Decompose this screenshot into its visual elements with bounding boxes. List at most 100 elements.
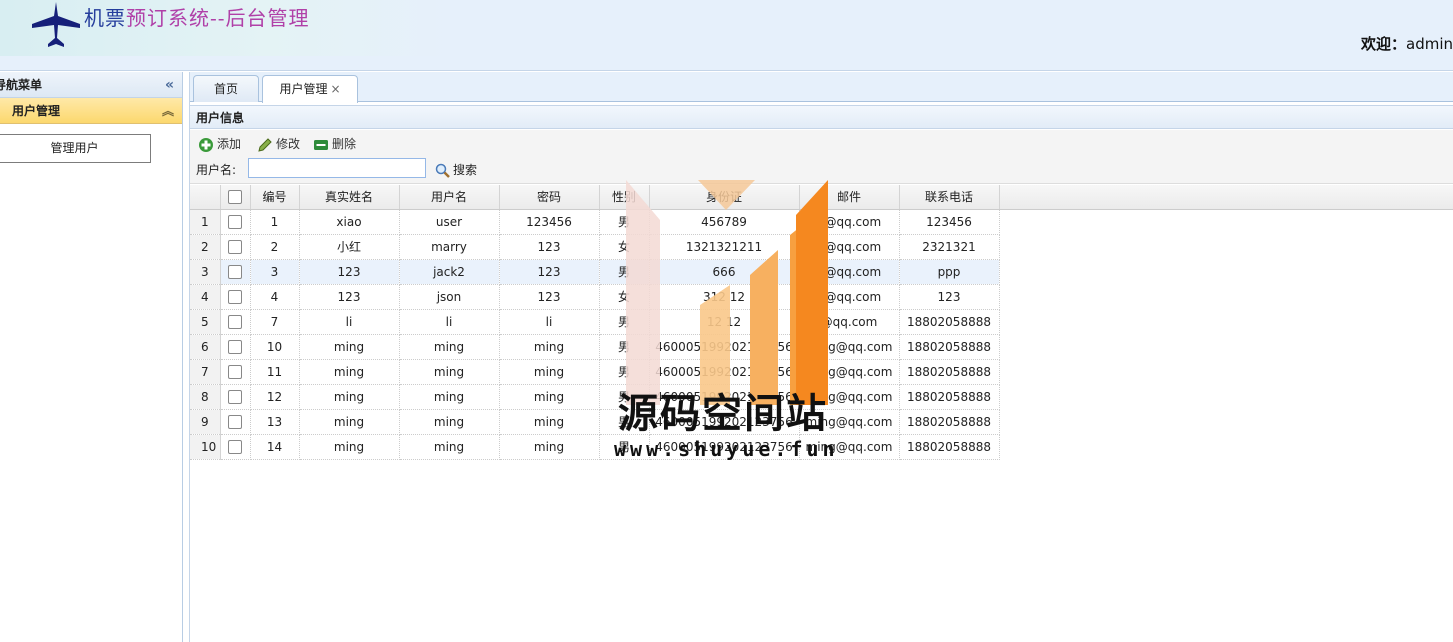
cell-sex: 男 [599,259,650,285]
username-search-input[interactable] [248,158,426,178]
table-row[interactable]: 4 4 123 json 123 女 312 12 3@qq.com 123 [190,284,1000,310]
sidebar-group-user-management[interactable]: 用户管理 ︽ [0,98,182,124]
search-button-label: 搜索 [453,163,478,177]
table-row[interactable]: 6 10 ming ming ming 男 460005199202123756 ming@q… [190,334,1000,360]
row-select-cell [220,259,251,285]
row-checkbox[interactable] [228,214,242,229]
column-header[interactable]: 真实姓名 [299,185,400,210]
table-row[interactable]: 9 13 ming ming ming 男 460005199202123756 ming@q… [190,409,1000,435]
row-checkbox[interactable] [228,339,242,354]
row-checkbox[interactable] [228,314,242,329]
column-header[interactable]: 身份证 [649,185,800,210]
tab-home[interactable]: 首页 [193,75,259,102]
row-checkbox[interactable] [228,289,242,304]
delete-button[interactable]: 删除 [313,135,356,153]
cell-phone: 123456 [899,209,1000,235]
row-number: 2 [190,234,221,260]
watermark-url: www.shuyue.fun [614,437,839,461]
cell-card: 312 12 [649,284,800,310]
row-checkbox[interactable] [228,389,242,404]
table-row[interactable]: 5 7 li li li 男 12 12 @qq.com 18802058888 [190,309,1000,335]
sidebar-group-label: 用户管理 [12,104,61,118]
cell-id: 2 [250,234,300,260]
row-number: 1 [190,209,221,235]
row-checkbox[interactable] [228,264,242,279]
cell-name: xiao [299,209,400,235]
row-select-cell [220,384,251,410]
sidebar-item-manage-users[interactable]: 管理用户 [0,134,151,163]
cell-user: ming [399,334,500,360]
app-header: 机票预订系统--后台管理 欢迎：admin [0,0,1453,71]
cell-card: 666 [649,259,800,285]
row-select-cell [220,359,251,385]
cell-phone: 18802058888 [899,359,1000,385]
column-header[interactable]: 邮件 [799,185,900,210]
table-row[interactable]: 10 14 ming ming ming 男 460005199202123756 ming@… [190,434,1000,460]
cell-phone: ppp [899,259,1000,285]
row-checkbox[interactable] [228,414,242,429]
cell-pwd: li [499,309,600,335]
tab-home-label: 首页 [213,82,238,96]
column-header[interactable]: 编号 [250,185,300,210]
chevron-up-icon[interactable]: ︽ [162,98,174,124]
pencil-icon [258,137,272,152]
airplane-icon [32,2,80,47]
add-button[interactable]: 添加 [198,135,241,153]
app-title-part1: 机票 [84,6,126,30]
table-row[interactable]: 8 12 ming ming ming 男 460005199202123756 ming@q… [190,384,1000,410]
select-all-header [220,185,251,210]
cell-card: 1321321211 [649,234,800,260]
edit-button[interactable]: 修改 [257,135,300,153]
delete-icon [314,139,328,150]
row-select-cell [220,409,251,435]
cell-phone: 18802058888 [899,334,1000,360]
row-number: 9 [190,409,221,435]
cell-pwd: ming [499,409,600,435]
row-select-cell [220,309,251,335]
search-button[interactable]: 搜索 [435,161,477,178]
tab-bar: 首页 用户管理 × [190,72,1453,103]
cell-user: ming [399,409,500,435]
table-row[interactable]: 3 3 123 jack2 123 男 666 3@qq.com ppp [190,259,1000,285]
cell-phone: 2321321 [899,234,1000,260]
cell-pwd: 123 [499,284,600,310]
cell-user: li [399,309,500,335]
row-number: 5 [190,309,221,335]
row-checkbox[interactable] [228,364,242,379]
tab-user-management[interactable]: 用户管理 × [262,75,358,103]
cell-id: 12 [250,384,300,410]
table-row[interactable]: 7 11 ming ming ming 男 460005199202123756 ming@q… [190,359,1000,385]
cell-id: 13 [250,409,300,435]
cell-pwd: ming [499,384,600,410]
cell-pwd: ming [499,434,600,460]
tab-user-management-label: 用户管理 [279,82,328,96]
cell-id: 3 [250,259,300,285]
cell-mail: 3@qq.com [799,259,900,285]
welcome-label: 欢迎： [1360,35,1406,53]
row-checkbox[interactable] [228,239,242,254]
row-select-cell [220,334,251,360]
cell-id: 1 [250,209,300,235]
collapse-sidebar-icon[interactable]: « [165,72,174,98]
table-row[interactable]: 2 2 小红 marry 123 女 1321321211 4@qq.com 2321321 [190,234,1000,260]
row-number: 6 [190,334,221,360]
row-checkbox[interactable] [228,439,242,454]
cell-sex: 男 [599,309,650,335]
grid-header-filler [999,185,1453,210]
close-tab-icon[interactable]: × [330,82,340,96]
cell-sex: 女 [599,284,650,310]
column-header[interactable]: 性别 [599,185,650,210]
row-number: 10 [190,434,221,460]
cell-sex: 女 [599,234,650,260]
select-all-checkbox[interactable] [228,190,242,204]
table-row[interactable]: 1 1 xiao user 123456 男 456789 4@qq.com 123456 [190,209,1000,235]
column-header[interactable]: 用户名 [399,185,500,210]
column-header[interactable]: 联系电话 [899,185,1000,210]
cell-card: 460005199202123756 [649,334,800,360]
watermark-text: 源码空间站 [618,391,828,437]
welcome-text: 欢迎：admin [1361,33,1453,54]
cell-user: user [399,209,500,235]
cell-id: 10 [250,334,300,360]
search-label: 用户名: [196,163,237,177]
column-header[interactable]: 密码 [499,185,600,210]
